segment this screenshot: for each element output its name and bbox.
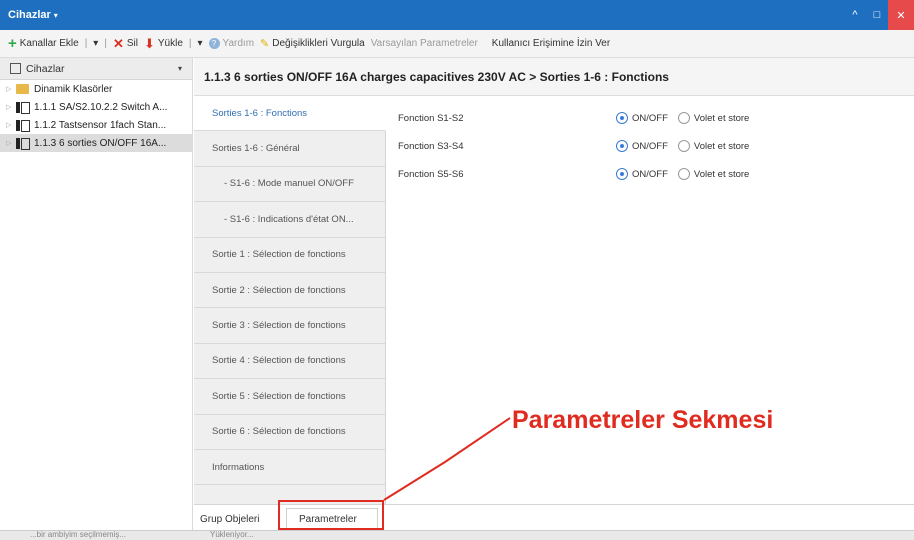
callout-pointer-line [383,417,511,501]
callout-label: Parametreler Sekmesi [512,406,774,434]
